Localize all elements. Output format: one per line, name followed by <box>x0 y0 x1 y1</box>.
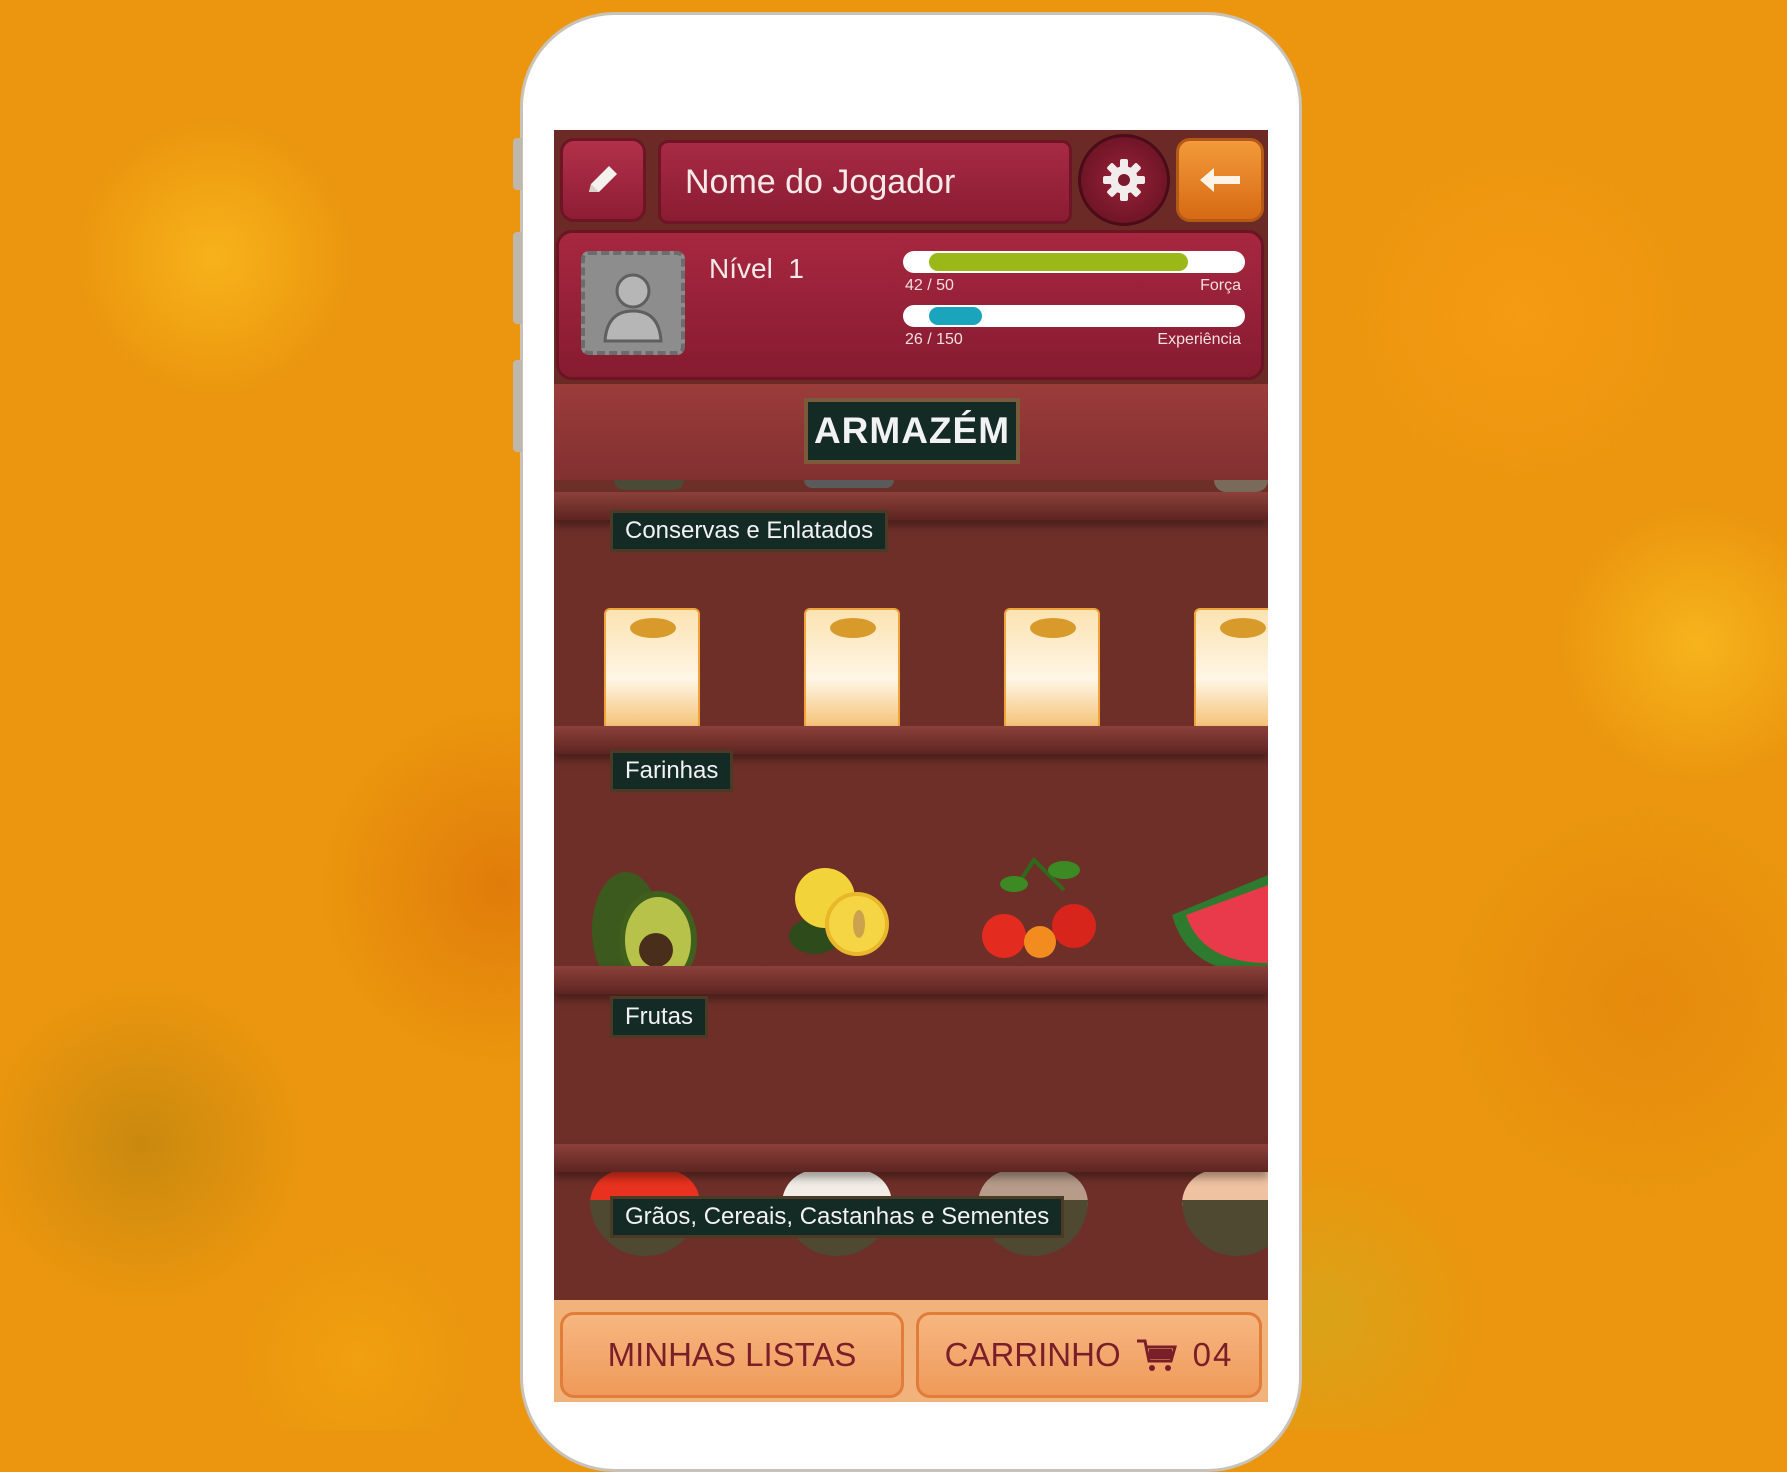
back-button[interactable] <box>1176 138 1264 222</box>
bottom-bar: MINHAS LISTAS CARRINHO 04 <box>554 1300 1268 1402</box>
cart-count: 04 <box>1192 1336 1234 1373</box>
pencil-icon <box>589 166 617 192</box>
avatar-icon <box>603 273 663 343</box>
store-title: ARMAZÉM <box>804 398 1020 464</box>
gear-icon <box>1103 159 1145 201</box>
player-status-panel: Nível 1 42 / 50 Força 26 / 150 Experiênc… <box>556 230 1264 380</box>
level-label: Nível <box>709 253 773 284</box>
experience-bar <box>903 305 1245 327</box>
bowl <box>1182 1200 1268 1256</box>
my-lists-label: MINHAS LISTAS <box>607 1336 857 1373</box>
canned-item[interactable] <box>804 480 894 488</box>
shelf-plank <box>554 966 1268 994</box>
category-frutas-label[interactable]: Frutas <box>610 996 709 1038</box>
citrus-item[interactable] <box>779 858 899 978</box>
experience-label: Experiência <box>1157 331 1241 348</box>
shelf-plank <box>554 1144 1268 1172</box>
flour-item-mandioca[interactable] <box>804 608 900 738</box>
edit-name-button[interactable] <box>560 138 646 222</box>
level-value: 1 <box>788 253 804 284</box>
app-screen: Nome do Jogador Nível 1 42 / 50 Força 26… <box>554 130 1268 1402</box>
category-conservas-label[interactable]: Conservas e Enlatados <box>610 510 889 552</box>
flour-tag <box>1220 618 1266 638</box>
experience-value: 26 / 150 <box>905 331 963 348</box>
flour-item-amido[interactable] <box>1194 608 1268 738</box>
cart-button[interactable]: CARRINHO 04 <box>916 1312 1262 1398</box>
back-arrow-icon <box>1200 168 1240 192</box>
cart-label: CARRINHO <box>944 1336 1121 1373</box>
my-lists-button[interactable]: MINHAS LISTAS <box>560 1312 904 1398</box>
phone-volume-down <box>513 360 522 452</box>
strength-value: 42 / 50 <box>905 277 954 294</box>
flour-item-aveia[interactable] <box>604 608 700 738</box>
strength-bar <box>903 251 1245 273</box>
flour-tag <box>630 618 676 638</box>
canned-item[interactable] <box>614 480 684 490</box>
strength-bar-fill <box>929 253 1188 271</box>
category-farinhas-label[interactable]: Farinhas <box>610 750 734 792</box>
flour-tag <box>1030 618 1076 638</box>
avatar[interactable] <box>581 251 685 355</box>
level-indicator: Nível 1 <box>709 253 804 285</box>
store-header-band: ARMAZÉM <box>554 384 1268 486</box>
player-name-field[interactable]: Nome do Jogador <box>658 140 1072 224</box>
cherries-item[interactable] <box>974 850 1104 980</box>
shelves-area[interactable]: Conservas e Enlatados Farinhas Frutas Gr… <box>554 480 1268 1300</box>
flour-item-milho[interactable] <box>1004 608 1100 738</box>
phone-silent-switch <box>513 138 522 190</box>
strength-label: Força <box>1200 277 1241 294</box>
category-graos-label[interactable]: Grãos, Cereais, Castanhas e Sementes <box>610 1196 1065 1238</box>
flour-tag <box>830 618 876 638</box>
phone-volume-up <box>513 232 522 324</box>
cart-icon <box>1136 1339 1177 1371</box>
settings-button[interactable] <box>1078 134 1170 226</box>
experience-bar-fill <box>929 307 982 325</box>
canned-item[interactable] <box>1214 480 1268 492</box>
grain-bowl-peach[interactable] <box>1182 1170 1268 1256</box>
